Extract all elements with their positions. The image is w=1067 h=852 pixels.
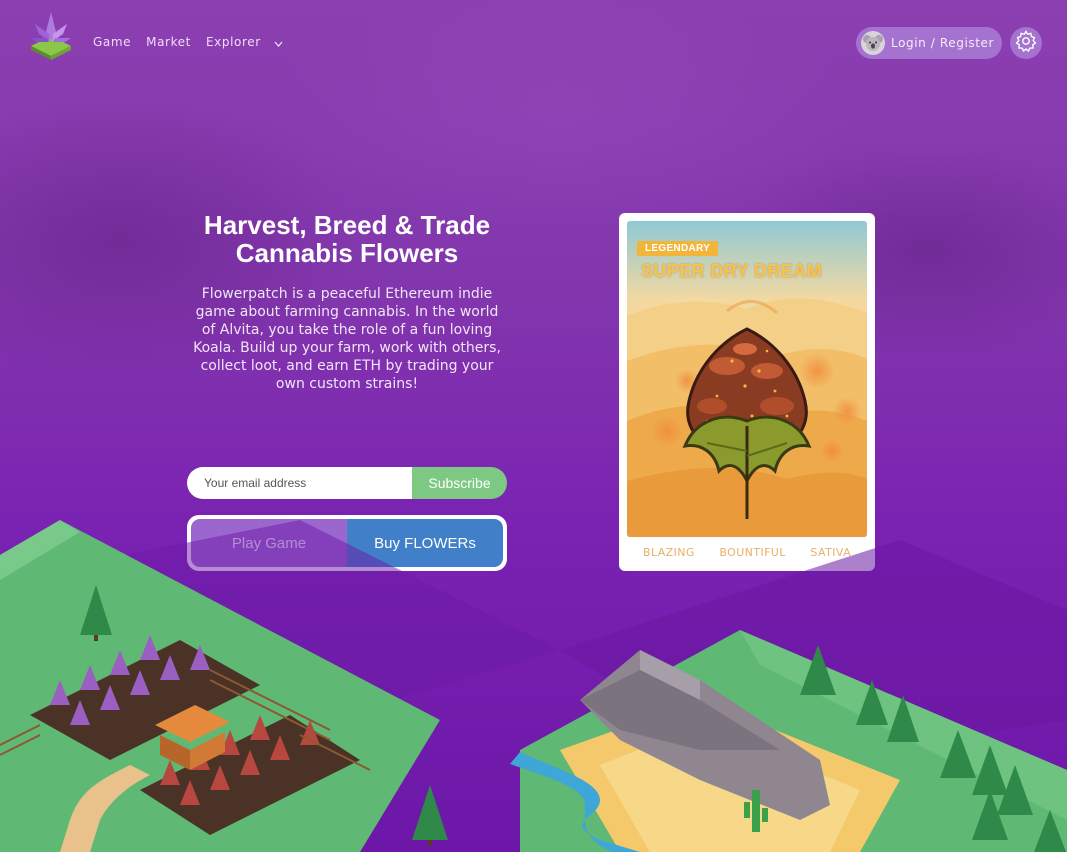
nav-link-explorer[interactable]: Explorer (206, 35, 261, 49)
koala-avatar-icon (861, 31, 885, 55)
logo-icon[interactable] (27, 8, 75, 60)
login-register-button[interactable]: Login / Register (856, 27, 1002, 59)
settings-button[interactable] (1010, 27, 1042, 59)
hero-description: Flowerpatch is a peaceful Ethereum indie… (193, 286, 501, 392)
isometric-farm-landscape (0, 520, 1067, 852)
email-signup-form: Subscribe (187, 467, 507, 499)
hero-title: Harvest, Breed & Trade Cannabis Flowers (203, 210, 491, 268)
rarity-badge: LEGENDARY (637, 241, 719, 256)
email-input[interactable] (187, 467, 412, 499)
top-header: Game Market Explorer Login / Register (0, 0, 1067, 84)
gear-icon (1014, 29, 1038, 57)
strain-name: SUPER DRY DREAM (641, 261, 823, 281)
nav-link-game[interactable]: Game (93, 35, 131, 49)
login-register-label: Login / Register (891, 36, 995, 50)
strain-card-art: LEGENDARY SUPER DRY DREAM (627, 221, 867, 537)
main-nav: Game Market Explorer (93, 33, 283, 50)
subscribe-button[interactable]: Subscribe (412, 467, 507, 499)
nav-link-market[interactable]: Market (146, 35, 191, 49)
chevron-down-icon[interactable] (274, 37, 283, 50)
strain-card[interactable]: LEGENDARY SUPER DRY DREAM BLAZING BOUNTI… (619, 213, 875, 571)
